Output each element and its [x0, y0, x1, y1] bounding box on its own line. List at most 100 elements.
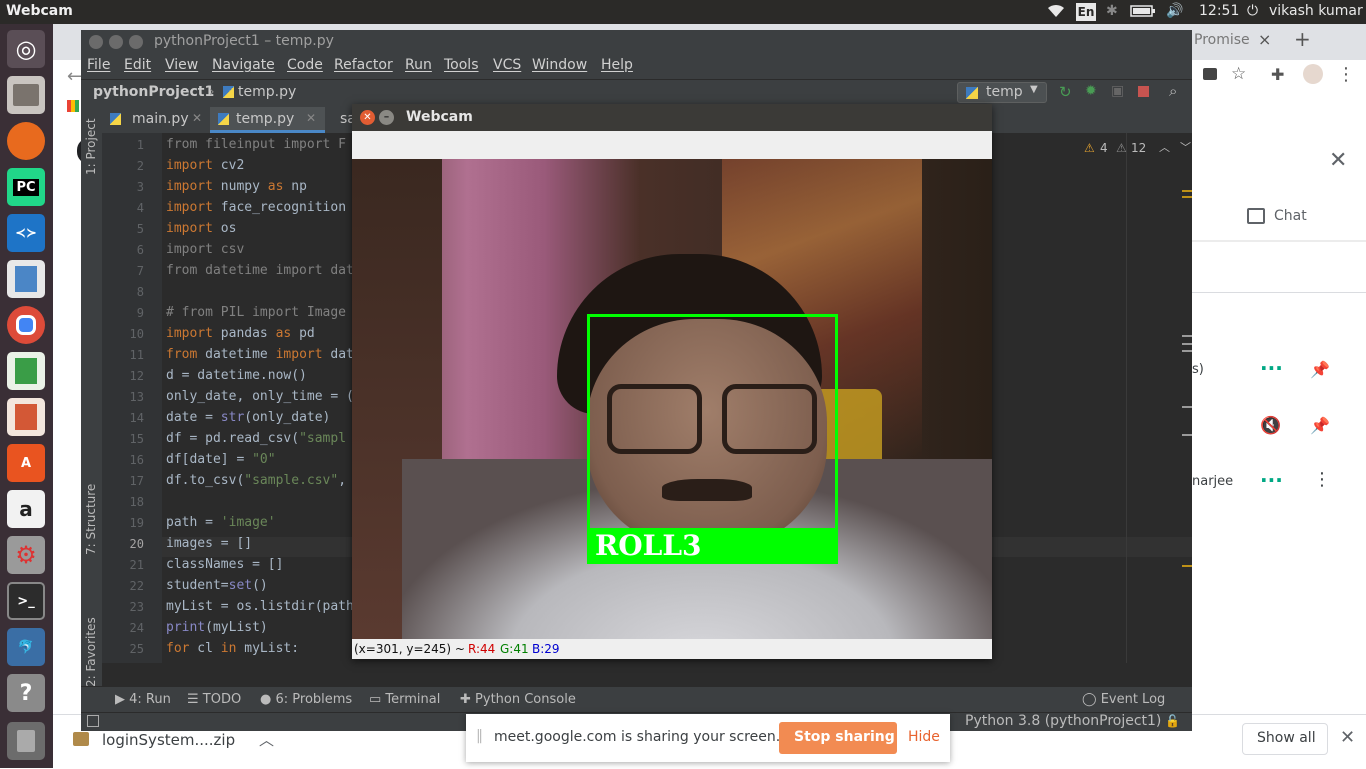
tool-terminal[interactable]: ▭ Terminal [369, 692, 440, 707]
stop-sharing-button[interactable]: Stop sharing [779, 722, 897, 754]
tool-event-log[interactable]: ◯ Event Log [1082, 692, 1165, 707]
amazon-icon[interactable]: a [7, 490, 45, 528]
participant-name-2: narjee [1192, 474, 1234, 489]
chat-tab-label[interactable]: Chat [1274, 208, 1307, 224]
webcam-statusbar: (x=301, y=245) ~ R:44 G:41 B:29 [352, 639, 992, 659]
menu-help[interactable]: Help [601, 57, 633, 73]
download-item-name[interactable]: loginSystem....zip [102, 731, 235, 749]
code-token: cv2 [212, 158, 245, 173]
menu-code[interactable]: Code [287, 57, 323, 73]
menu-vcs[interactable]: VCS [493, 57, 521, 73]
keyboard-layout-indicator[interactable]: En [1076, 3, 1096, 21]
lock-icon[interactable]: 🔓 [1165, 714, 1180, 728]
menu-tools[interactable]: Tools [444, 57, 479, 73]
back-arrow-icon[interactable]: ← [67, 66, 82, 87]
debug-bug-icon[interactable]: ✹ [1085, 83, 1097, 99]
run-config-select[interactable]: temp ▼ [957, 82, 1047, 103]
chevron-down-icon: ▼ [1030, 84, 1038, 95]
vscode-icon[interactable]: ≺≻ [7, 214, 45, 252]
wifi-icon[interactable] [1046, 3, 1066, 23]
toggle-toolwindows-icon[interactable] [87, 715, 99, 727]
minimize-window-icon[interactable] [109, 35, 123, 49]
clock[interactable]: 12:51 [1199, 3, 1239, 19]
help-icon[interactable]: ? [7, 674, 45, 712]
bluetooth-icon[interactable]: ✱ [1106, 3, 1118, 19]
menu-refactor[interactable]: Refactor [334, 57, 393, 73]
coverage-icon[interactable]: ▣ [1111, 83, 1124, 99]
search-icon[interactable]: ⌕ [1169, 82, 1177, 100]
battery-icon[interactable] [1130, 3, 1156, 23]
bookmark-star-icon[interactable]: ☆ [1231, 64, 1246, 84]
firefox-icon[interactable] [7, 122, 45, 160]
tab-close-icon[interactable]: ✕ [192, 111, 202, 125]
settings-icon[interactable]: ⚙ [7, 536, 45, 574]
profile-avatar[interactable] [1303, 64, 1323, 84]
show-all-button[interactable]: Show all [1242, 723, 1328, 755]
tool-python-console[interactable]: ✚ Python Console [460, 692, 576, 707]
extensions-icon[interactable]: ✚ [1271, 65, 1284, 84]
menu-view[interactable]: View [165, 57, 198, 73]
tab-close-icon[interactable]: ✕ [306, 111, 316, 125]
menu-file[interactable]: File [87, 57, 110, 73]
error-stripe[interactable] [1182, 190, 1192, 610]
rerun-icon[interactable]: ↻ [1059, 83, 1072, 101]
maximize-window-icon[interactable] [129, 35, 143, 49]
participant-more-icon-2[interactable]: ··· [1260, 468, 1283, 492]
code-token: datetime [197, 347, 276, 362]
tool-todo[interactable]: ☰ TODO [187, 692, 241, 707]
terminal-icon[interactable]: >_ [7, 582, 45, 620]
tool-run[interactable]: ▶ 4: Run [115, 692, 171, 707]
pycharm-icon[interactable]: PC [7, 168, 45, 206]
menu-navigate[interactable]: Navigate [212, 57, 275, 73]
close-panel-icon[interactable]: ✕ [1329, 148, 1347, 173]
apps-icon[interactable] [67, 100, 79, 112]
code-token: numpy [212, 179, 268, 194]
user-name[interactable]: vikash kumar [1269, 3, 1363, 19]
webcam-minimize-icon[interactable]: – [379, 110, 394, 125]
tool-problems[interactable]: ● 6: Problems [260, 692, 352, 707]
presentation-icon[interactable] [7, 398, 45, 436]
files-icon[interactable] [7, 76, 45, 114]
breadcrumb-file[interactable]: temp.py [238, 84, 296, 100]
participant-menu-icon[interactable]: ⋮ [1313, 469, 1331, 490]
tab-main-py[interactable]: main.py [132, 111, 189, 127]
mysql-workbench-icon[interactable]: 🐬 [7, 628, 45, 666]
chat-icon[interactable] [1247, 208, 1265, 224]
spreadsheet-icon[interactable] [7, 352, 45, 390]
ubuntu-dash-icon[interactable]: ◎ [7, 30, 45, 68]
download-chevron-icon[interactable]: ︿ [259, 729, 274, 750]
python-interpreter[interactable]: Python 3.8 (pythonProject1) [965, 713, 1161, 729]
pin-icon-1[interactable]: 📌 [1310, 360, 1330, 379]
volume-icon[interactable]: 🔊 [1166, 3, 1183, 19]
webcam-close-icon[interactable]: ✕ [360, 110, 375, 125]
drag-handle-icon[interactable]: ‖ [476, 728, 483, 744]
trash-icon[interactable] [7, 722, 45, 760]
menu-edit[interactable]: Edit [124, 57, 151, 73]
chrome-new-tab-button[interactable]: + [1294, 27, 1311, 51]
run-config-label: temp [986, 84, 1023, 100]
close-download-bar-icon[interactable]: ✕ [1340, 727, 1355, 748]
screen-share-bar: ‖ meet.google.com is sharing your screen… [466, 714, 950, 762]
code-line-22: student=set() [166, 578, 268, 593]
image-viewer-icon[interactable] [7, 260, 45, 298]
tab-temp-py-label: temp.py [236, 111, 295, 127]
chrome-icon[interactable] [7, 306, 45, 344]
menu-run[interactable]: Run [405, 57, 432, 73]
camera-icon[interactable] [1203, 68, 1217, 80]
participant-more-icon-1[interactable]: ··· [1260, 356, 1283, 380]
software-center-icon[interactable]: A [7, 444, 45, 482]
power-icon[interactable]: ⏻ [1247, 3, 1258, 19]
pin-icon-2[interactable]: 📌 [1310, 416, 1330, 435]
menu-window[interactable]: Window [532, 57, 587, 73]
chrome-tab-close-icon[interactable]: × [1258, 30, 1271, 49]
chrome-menu-icon[interactable]: ⋮ [1337, 64, 1355, 85]
chrome-tab-promise[interactable]: Promise [1194, 32, 1250, 48]
breadcrumb-project[interactable]: pythonProject1 [93, 84, 214, 100]
stop-icon[interactable] [1138, 86, 1149, 97]
code-line-19: path = 'image' [166, 515, 276, 530]
hide-button[interactable]: Hide [908, 729, 940, 745]
close-window-icon[interactable] [89, 35, 103, 49]
tab-temp-py-active[interactable]: temp.py ✕ [210, 107, 325, 133]
tool-eventlog-label: Event Log [1100, 692, 1166, 707]
code-line-21: classNames = [] [166, 557, 284, 572]
